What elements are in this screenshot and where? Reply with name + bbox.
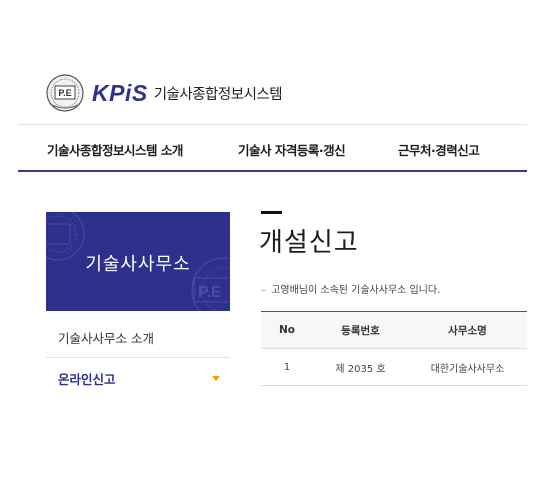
sidebar-item-online-report[interactable]: 온라인신고: [46, 358, 230, 398]
pe-seal-icon: P.E: [46, 74, 84, 112]
table-header: No 등록번호 사무소명: [261, 312, 527, 349]
brand-name: KPiS: [92, 79, 148, 106]
column-header-office-name: 사무소명: [448, 324, 487, 337]
site-logo[interactable]: P.E KPiS 기술사종합정보시스템: [46, 74, 283, 112]
caret-down-icon: [212, 375, 220, 381]
sidebar-item-office-intro[interactable]: 기술사사무소 소개: [46, 318, 230, 358]
notice-message: 고영배님이 소속된 기술사사무소 입니다.: [271, 285, 441, 296]
column-header-reg-number: 등록번호: [341, 324, 380, 337]
svg-text:P.E: P.E: [198, 284, 222, 301]
nav-item-career[interactable]: 근무처·경력신고: [398, 140, 480, 159]
main-nav: 기술사종합정보시스템 소개 기술사 자격등록·갱신 근무처·경력신고: [18, 124, 527, 172]
nav-item-intro[interactable]: 기술사종합정보시스템 소개: [47, 140, 183, 159]
sidebar-menu: 기술사사무소 소개 온라인신고: [46, 318, 230, 398]
cell-reg-number: 제 2035 호: [335, 363, 386, 375]
sidebar-banner: P.E 기술사사무소: [46, 212, 230, 311]
page-title: 개설신고: [259, 228, 359, 258]
sidebar-item-label: 기술사사무소 소개: [58, 331, 154, 346]
system-name: 기술사종합정보시스템: [153, 86, 283, 103]
sidebar-item-label: 온라인신고: [58, 371, 116, 387]
nav-item-registration[interactable]: 기술사 자격등록·갱신: [238, 140, 346, 159]
title-accent-bar: [261, 211, 282, 214]
cell-office-name[interactable]: 대한기술사사무소: [408, 360, 527, 375]
sidebar-title: 기술사사무소: [85, 254, 191, 275]
cell-no: 1: [283, 361, 291, 373]
notice-dash-icon: –: [261, 285, 266, 296]
column-header-no: No: [278, 324, 295, 336]
table-row[interactable]: 1 제 2035 호 대한기술사사무소: [261, 349, 527, 386]
notice-text: – 고영배님이 소속된 기술사사무소 입니다.: [261, 281, 440, 296]
svg-text:P.E: P.E: [58, 88, 71, 98]
office-table: No 등록번호 사무소명 1 제 2035 호 대한기술사사무소: [261, 311, 527, 386]
